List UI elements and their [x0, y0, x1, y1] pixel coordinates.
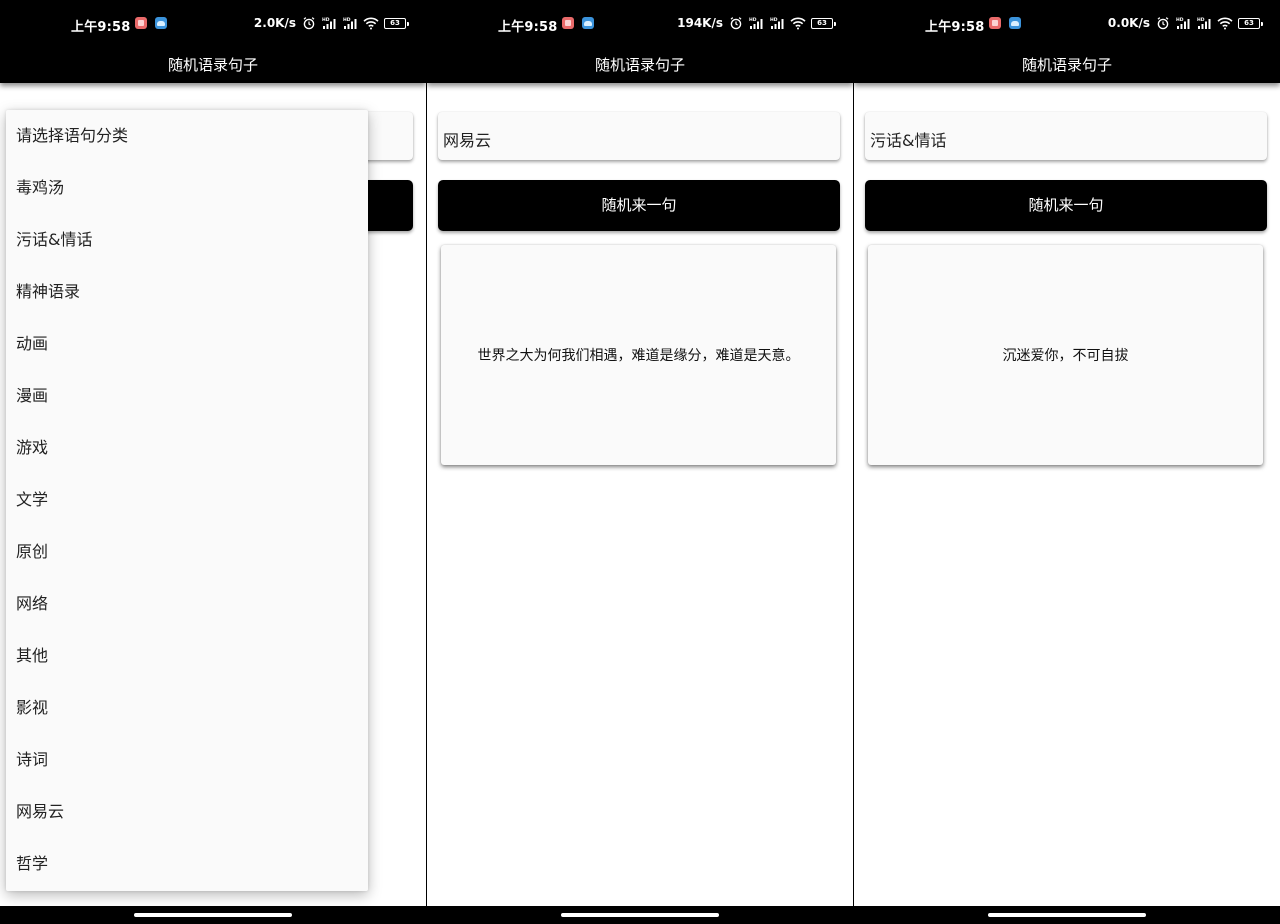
svg-text:HD: HD [343, 17, 351, 23]
dropdown-item[interactable]: 动画 [6, 318, 368, 370]
signal-hd-icon: HD [770, 17, 784, 29]
signal-hd-icon: HD [343, 17, 357, 29]
phone-screen-1: 上午9:58 2.0K/s HD HD 63 随机语录句子 随机来一句 请选择语… [0, 0, 426, 924]
app-title: 随机语录句子 [594, 56, 685, 74]
wifi-icon [363, 17, 379, 30]
app-title-bar: 随机语录句子 [0, 48, 426, 83]
dropdown-item[interactable]: 游戏 [6, 422, 368, 474]
svg-text:HD: HD [1176, 17, 1184, 23]
signal-hd-icon: HD [1197, 17, 1211, 29]
svg-text:HD: HD [749, 17, 757, 23]
notification-blue-cloud-icon [582, 17, 594, 29]
navigation-bar [0, 906, 426, 924]
status-right-group: 194K/s HD HD 63 [677, 15, 836, 31]
status-time: 上午9:58 [71, 20, 131, 35]
network-speed: 194K/s [677, 16, 723, 30]
quote-text: 沉迷爱你，不可自拔 [1002, 348, 1129, 364]
alarm-icon [1157, 17, 1169, 30]
dropdown-item[interactable]: 污话&情话 [6, 214, 368, 266]
svg-text:HD: HD [770, 17, 778, 23]
navigation-bar [427, 906, 853, 924]
quote-text: 世界之大为何我们相遇，难道是缘分，难道是天意。 [477, 348, 800, 364]
status-bar: 上午9:58 194K/s HD HD 63 [427, 0, 853, 48]
status-right-group: 2.0K/s HD HD 63 [253, 15, 409, 31]
app-title-bar: 随机语录句子 [427, 48, 853, 83]
alarm-icon [730, 17, 742, 30]
battery-icon: 63 [384, 17, 409, 29]
notification-red-app-icon [989, 17, 1001, 29]
app-title-bar: 随机语录句子 [854, 48, 1280, 83]
dropdown-item[interactable]: 哲学 [6, 838, 368, 890]
signal-hd-icon: HD [749, 17, 763, 29]
svg-text:HD: HD [322, 17, 330, 23]
battery-icon: 63 [1238, 17, 1263, 29]
random-quote-button[interactable]: 随机来一句 [865, 180, 1267, 231]
alarm-icon [303, 17, 315, 30]
navigation-bar [854, 906, 1280, 924]
status-right-group: 0.0K/s HD HD 63 [1107, 15, 1263, 31]
category-dropdown-list: 请选择语句分类 毒鸡汤 污话&情话 精神语录 动画 漫画 游戏 文学 原创 网络… [6, 110, 368, 891]
home-indicator[interactable] [561, 913, 719, 917]
dropdown-item[interactable]: 精神语录 [6, 266, 368, 318]
quote-card: 世界之大为何我们相遇，难道是缘分，难道是天意。 [441, 245, 836, 465]
network-speed: 2.0K/s [253, 16, 296, 30]
home-indicator[interactable] [988, 913, 1146, 917]
notification-blue-cloud-icon [1009, 17, 1021, 29]
dropdown-item[interactable]: 影视 [6, 682, 368, 734]
network-speed: 0.0K/s [1107, 16, 1150, 30]
phone-screen-2: 上午9:58 194K/s HD HD 63 随机语录句子 网易云 随机来一句 … [427, 0, 853, 924]
notification-red-app-icon [562, 17, 574, 29]
status-time: 上午9:58 [925, 20, 985, 35]
status-bar: 上午9:58 2.0K/s HD HD 63 [0, 0, 426, 48]
dropdown-item[interactable]: 漫画 [6, 370, 368, 422]
battery-icon: 63 [811, 17, 836, 29]
app-title: 随机语录句子 [167, 56, 258, 74]
dropdown-item[interactable]: 诗词 [6, 734, 368, 786]
category-spinner[interactable]: 网易云 [438, 112, 840, 160]
dropdown-item[interactable]: 请选择语句分类 [6, 110, 368, 162]
signal-hd-icon: HD [322, 17, 336, 29]
wifi-icon [1217, 17, 1233, 30]
category-spinner[interactable]: 污话&情话 [865, 112, 1267, 160]
signal-hd-icon: HD [1176, 17, 1190, 29]
notification-blue-cloud-icon [155, 17, 167, 29]
app-title: 随机语录句子 [1021, 56, 1112, 74]
dropdown-item[interactable]: 毒鸡汤 [6, 162, 368, 214]
notification-red-app-icon [135, 17, 147, 29]
dropdown-item[interactable]: 文学 [6, 474, 368, 526]
dropdown-item[interactable]: 网易云 [6, 786, 368, 838]
random-quote-button[interactable]: 随机来一句 [438, 180, 840, 231]
svg-text:HD: HD [1197, 17, 1205, 23]
quote-card: 沉迷爱你，不可自拔 [868, 245, 1263, 465]
wifi-icon [790, 17, 806, 30]
status-time: 上午9:58 [498, 20, 558, 35]
dropdown-item[interactable]: 网络 [6, 578, 368, 630]
phone-screen-3: 上午9:58 0.0K/s HD HD 63 随机语录句子 污话&情话 随机来一… [854, 0, 1280, 924]
dropdown-item[interactable]: 原创 [6, 526, 368, 578]
dropdown-item[interactable]: 其他 [6, 630, 368, 682]
home-indicator[interactable] [134, 913, 292, 917]
status-bar: 上午9:58 0.0K/s HD HD 63 [854, 0, 1280, 48]
